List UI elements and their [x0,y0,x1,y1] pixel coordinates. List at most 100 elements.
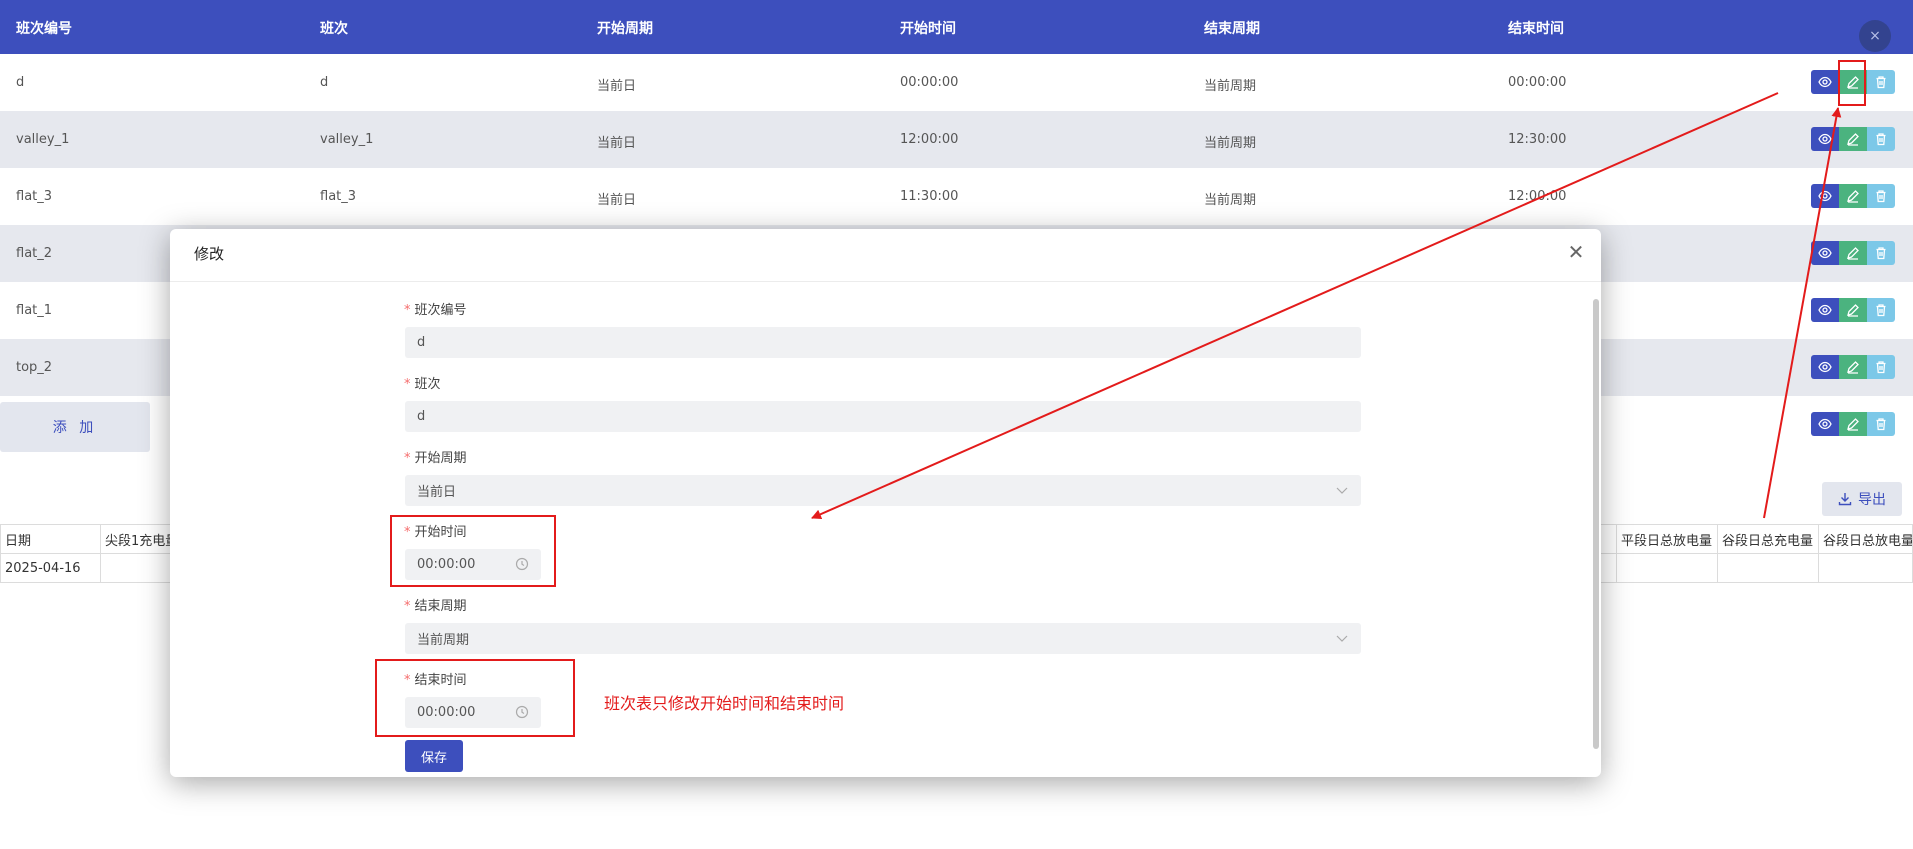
table-header: 班次编号 班次 开始周期 开始时间 结束周期 结束时间 [0,0,1913,54]
delete-button[interactable] [1867,127,1895,151]
header-end-period: 结束周期 [1204,21,1260,37]
table-row: valley_1 valley_1 当前日 12:00:00 当前周期 12:30:00 [0,111,1913,168]
chevron-down-icon [1336,487,1348,494]
field-label-code: * 班次编号 [404,303,467,318]
cell-start-period: 当前日 [597,136,637,151]
eye-icon [1818,132,1832,146]
cell-start-period: 当前日 [597,79,637,94]
header-end-time: 结束时间 [1508,21,1564,37]
cell-shift-code: flat_3 [16,189,53,204]
report-header-date: 日期 [0,524,101,554]
cell-start-time: 12:00:00 [900,132,959,147]
header-shift: 班次 [320,21,348,37]
export-label: 导出 [1858,492,1886,508]
view-button[interactable] [1811,355,1839,379]
view-button[interactable] [1811,127,1839,151]
cell-start-time: 11:30:00 [900,189,959,204]
cell-shift: flat_3 [320,189,357,204]
report-cell [1717,553,1819,583]
report-header-valley-charge: 谷段日总充电量 [1717,524,1819,554]
pencil-icon [1846,417,1860,431]
annotation-note: 班次表只修改开始时间和结束时间 [604,694,845,713]
header-start-time: 开始时间 [900,21,956,37]
pencil-icon [1846,360,1860,374]
start-period-select[interactable]: 当前日 [405,475,1361,506]
view-button[interactable] [1811,241,1839,265]
divider [170,281,1601,282]
header-shift-code: 班次编号 [16,21,72,37]
table-row: flat_3 flat_3 当前日 11:30:00 当前周期 12:00:00 [0,168,1913,225]
cell-start-time: 00:00:00 [900,75,959,90]
download-icon [1838,493,1852,506]
end-period-select[interactable]: 当前周期 [405,623,1361,654]
cell-start-period: 当前日 [597,193,637,208]
dialog-title: 修改 [194,245,225,263]
shift-input[interactable]: d [405,401,1361,432]
trash-icon [1874,303,1888,317]
cell-end-time: 12:30:00 [1508,132,1567,147]
cell-shift-code: flat_2 [16,246,53,261]
delete-button[interactable] [1867,241,1895,265]
eye-icon [1818,360,1832,374]
edit-button[interactable] [1839,412,1867,436]
edit-button[interactable] [1839,184,1867,208]
trash-icon [1874,75,1888,89]
field-label-shift: * 班次 [404,377,441,392]
field-label-start-period: * 开始周期 [404,451,467,466]
scrollbar[interactable] [1593,299,1599,749]
trash-icon [1874,246,1888,260]
row-actions [1811,184,1895,208]
edit-button[interactable] [1839,355,1867,379]
edit-button[interactable] [1839,298,1867,322]
view-button[interactable] [1811,298,1839,322]
report-cell [1818,553,1913,583]
row-actions [1811,298,1895,322]
close-icon[interactable]: ✕ [1565,241,1587,263]
cell-end-period: 当前周期 [1204,193,1257,208]
cell-shift: valley_1 [320,132,374,147]
add-button[interactable]: 添 加 [0,402,150,452]
cell-end-period: 当前周期 [1204,79,1257,94]
row-actions [1811,355,1895,379]
delete-button[interactable] [1867,70,1895,94]
close-icon[interactable]: × [1859,20,1891,52]
export-button[interactable]: 导出 [1822,482,1902,516]
trash-icon [1874,360,1888,374]
eye-icon [1818,246,1832,260]
header-start-period: 开始周期 [597,21,653,37]
report-cell [1616,553,1718,583]
trash-icon [1874,417,1888,431]
eye-icon [1818,303,1832,317]
save-button[interactable]: 保存 [405,740,463,772]
pencil-icon [1846,246,1860,260]
cell-end-time: 12:00:00 [1508,189,1567,204]
delete-button[interactable] [1867,298,1895,322]
delete-button[interactable] [1867,412,1895,436]
annotation-box-edit [1838,60,1866,106]
report-header-flat-discharge: 平段日总放电量 [1616,524,1718,554]
field-label-end-period: * 结束周期 [404,599,467,614]
view-button[interactable] [1811,70,1839,94]
table-row: d d 当前日 00:00:00 当前周期 00:00:00 [0,54,1913,111]
pencil-icon [1846,303,1860,317]
report-header-valley-discharge: 谷段日总放电量 [1818,524,1913,554]
row-actions [1811,241,1895,265]
view-button[interactable] [1811,184,1839,208]
trash-icon [1874,189,1888,203]
chevron-down-icon [1336,635,1348,642]
annotation-box-end-time [375,659,575,737]
cell-shift-code: flat_1 [16,303,53,318]
eye-icon [1818,417,1832,431]
code-input[interactable]: d [405,327,1361,358]
edit-button[interactable] [1839,127,1867,151]
delete-button[interactable] [1867,184,1895,208]
cell-shift-code: top_2 [16,360,53,375]
pencil-icon [1846,132,1860,146]
delete-button[interactable] [1867,355,1895,379]
eye-icon [1818,75,1832,89]
edit-button[interactable] [1839,241,1867,265]
cell-shift-code: valley_1 [16,132,70,147]
view-button[interactable] [1811,412,1839,436]
row-actions [1811,127,1895,151]
cell-shift-code: d [16,75,25,90]
